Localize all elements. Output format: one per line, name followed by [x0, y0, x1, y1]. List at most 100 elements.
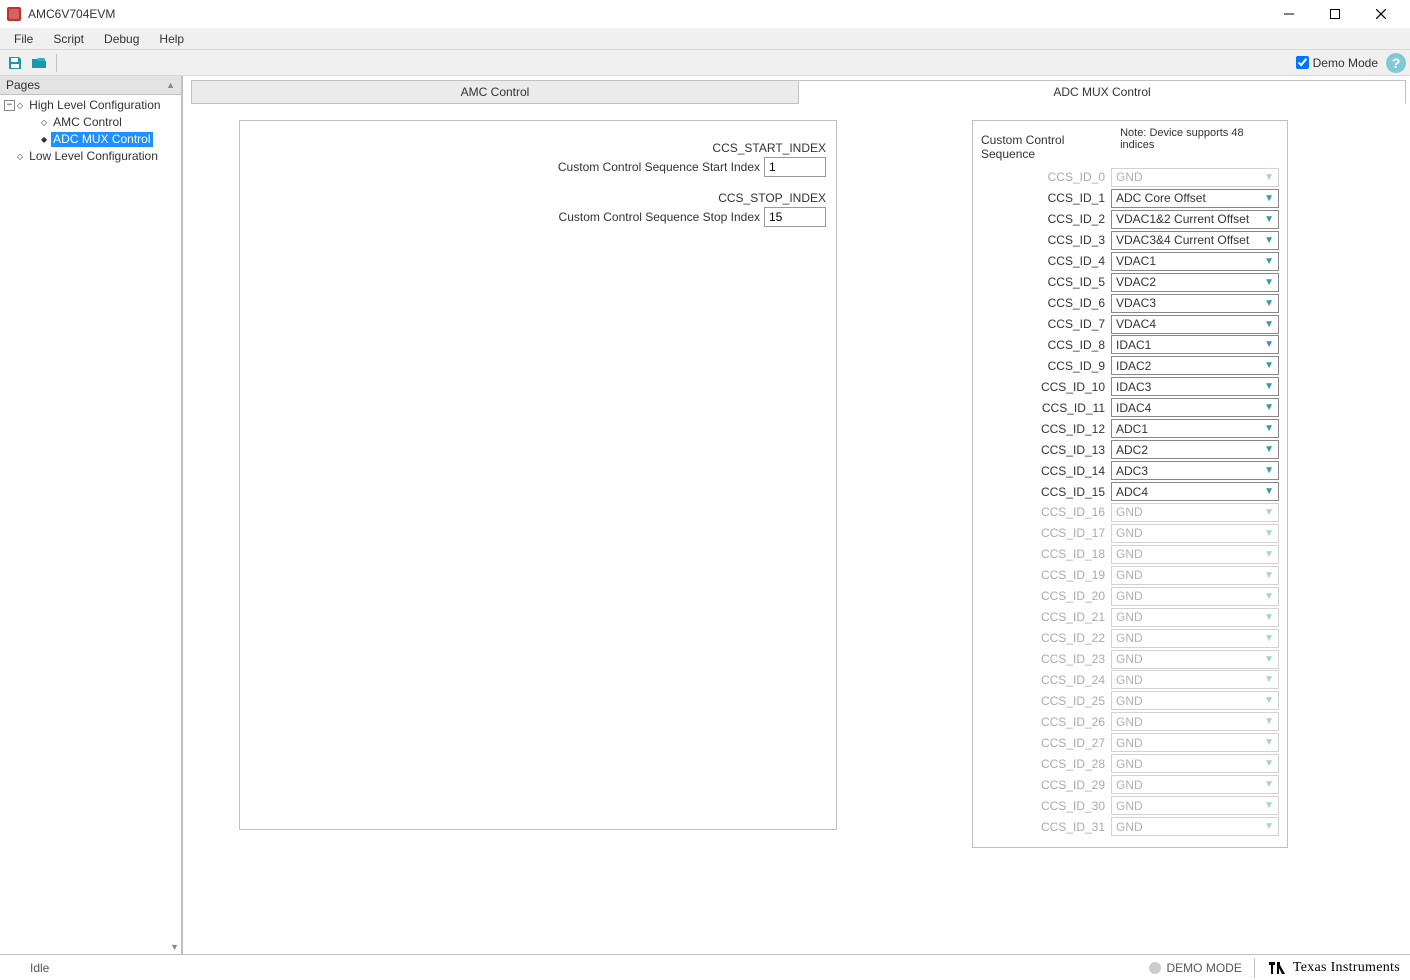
ccs-row-label: CCS_ID_27 [981, 736, 1107, 750]
minimize-button[interactable] [1266, 0, 1312, 28]
chevron-down-icon: ▼ [1264, 591, 1274, 602]
ccs-row-value: VDAC1&2 Current Offset [1116, 212, 1249, 226]
ccs-row-select[interactable]: VDAC1▼ [1111, 252, 1279, 271]
demo-mode-toggle[interactable]: Demo Mode [1296, 56, 1378, 70]
ccs-row-select: GND▼ [1111, 754, 1279, 773]
tree-item[interactable]: AMC Control [0, 114, 181, 131]
ccs-row-value: GND [1116, 526, 1143, 540]
ccs-row-select: GND▼ [1111, 629, 1279, 648]
ccs-row-select[interactable]: ADC2▼ [1111, 440, 1279, 459]
chevron-down-icon: ▼ [1264, 423, 1274, 434]
tree-bullet-icon [17, 98, 23, 113]
chevron-down-icon: ▼ [1264, 779, 1274, 790]
ccs-row-select[interactable]: ADC4▼ [1111, 482, 1279, 501]
ccs-row-label: CCS_ID_23 [981, 652, 1107, 666]
ccs-row-label: CCS_ID_11 [981, 401, 1107, 415]
menu-debug[interactable]: Debug [94, 30, 149, 48]
window-title: AMC6V704EVM [28, 7, 115, 21]
menubar: File Script Debug Help [0, 28, 1410, 50]
ccs-start-input[interactable] [764, 157, 826, 177]
ccs-row-label: CCS_ID_3 [981, 233, 1107, 247]
ccs-row-select[interactable]: ADC Core Offset▼ [1111, 189, 1279, 208]
ccs-row-select: GND▼ [1111, 733, 1279, 752]
ccs-row-value: ADC4 [1116, 485, 1148, 499]
ccs-sequence-title: Custom Control Sequence [981, 127, 1120, 161]
scroll-up-icon[interactable]: ▲ [166, 80, 175, 90]
ccs-row-label: CCS_ID_1 [981, 191, 1107, 205]
ccs-row-select: GND▼ [1111, 168, 1279, 187]
ccs-start-label: Custom Control Sequence Start Index [558, 160, 760, 174]
tab-amc-control[interactable]: AMC Control [191, 80, 799, 104]
ccs-row: CCS_ID_20GND▼ [981, 586, 1279, 607]
chevron-down-icon: ▼ [1264, 737, 1274, 748]
ccs-row-select[interactable]: IDAC1▼ [1111, 335, 1279, 354]
ccs-row-value: GND [1116, 568, 1143, 582]
scroll-down-icon[interactable]: ▼ [170, 942, 179, 952]
titlebar: AMC6V704EVM [0, 0, 1410, 28]
menu-file[interactable]: File [4, 30, 43, 48]
chevron-down-icon: ▼ [1264, 444, 1274, 455]
ccs-row: CCS_ID_9 IDAC2▼ [981, 355, 1279, 376]
ccs-row-label: CCS_ID_14 [981, 464, 1107, 478]
menu-help[interactable]: Help [149, 30, 194, 48]
ccs-row-select[interactable]: VDAC1&2 Current Offset ▼ [1111, 210, 1279, 229]
ccs-row-value: VDAC2 [1116, 275, 1156, 289]
chevron-down-icon: ▼ [1264, 402, 1274, 413]
ccs-row-select: GND▼ [1111, 503, 1279, 522]
ccs-row: CCS_ID_0GND▼ [981, 167, 1279, 188]
help-icon[interactable]: ? [1386, 53, 1406, 73]
ccs-row: CCS_ID_8IDAC1▼ [981, 335, 1279, 356]
chevron-down-icon: ▼ [1264, 298, 1274, 309]
ccs-row-value: IDAC1 [1116, 338, 1151, 352]
ccs-sequence-note: Note: Device supports 48 indices [1120, 127, 1279, 151]
ccs-row: CCS_ID_27 GND▼ [981, 732, 1279, 753]
demo-mode-label: Demo Mode [1313, 56, 1378, 70]
close-button[interactable] [1358, 0, 1404, 28]
ccs-row-select[interactable]: VDAC3▼ [1111, 294, 1279, 313]
ccs-row-select[interactable]: VDAC3&4 Current Offset▼ [1111, 231, 1279, 250]
ccs-row-label: CCS_ID_24 [981, 673, 1107, 687]
ccs-row-label: CCS_ID_17 [981, 526, 1107, 540]
chevron-down-icon: ▼ [1264, 214, 1274, 225]
save-icon[interactable] [4, 52, 26, 74]
ccs-row-value: ADC1 [1116, 422, 1148, 436]
ccs-row-select[interactable]: IDAC3▼ [1111, 377, 1279, 396]
tree-item[interactable]: Low Level Configuration [0, 148, 181, 165]
ccs-row-label: CCS_ID_22 [981, 631, 1107, 645]
ccs-row-select[interactable]: IDAC4▼ [1111, 398, 1279, 417]
ccs-row-label: CCS_ID_9 [981, 359, 1107, 373]
ccs-row: CCS_ID_16GND▼ [981, 502, 1279, 523]
ccs-index-panel: CCS_START_INDEX Custom Control Sequence … [239, 120, 837, 830]
demo-mode-checkbox[interactable] [1296, 56, 1309, 69]
tree-expander-icon[interactable]: − [4, 100, 15, 111]
statusbar: Idle DEMO MODE Texas Instruments [0, 954, 1410, 980]
ccs-row-value: VDAC4 [1116, 317, 1156, 331]
tree-item[interactable]: ADC MUX Control [0, 131, 181, 148]
ccs-row-select[interactable]: VDAC2▼ [1111, 273, 1279, 292]
app-icon [6, 6, 22, 22]
ccs-row: CCS_ID_11 IDAC4▼ [981, 397, 1279, 418]
ccs-row-select: GND▼ [1111, 712, 1279, 731]
ccs-row: CCS_ID_7VDAC4▼ [981, 314, 1279, 335]
ccs-row: CCS_ID_10IDAC3▼ [981, 376, 1279, 397]
tree-item[interactable]: −High Level Configuration [0, 97, 181, 114]
sidebar: Pages ▲ −High Level ConfigurationAMC Con… [0, 76, 182, 954]
ccs-row: CCS_ID_5VDAC2▼ [981, 272, 1279, 293]
ccs-row-select: GND▼ [1111, 796, 1279, 815]
ccs-row-value: GND [1116, 631, 1143, 645]
tab-adc-mux-control[interactable]: ADC MUX Control [799, 80, 1406, 104]
ccs-row-label: CCS_ID_25 [981, 694, 1107, 708]
ccs-row-label: CCS_ID_4 [981, 254, 1107, 268]
ccs-row: CCS_ID_1 ADC Core Offset▼ [981, 188, 1279, 209]
ccs-row-select[interactable]: ADC1 ▼ [1111, 419, 1279, 438]
ccs-row-select[interactable]: ADC3▼ [1111, 461, 1279, 480]
maximize-button[interactable] [1312, 0, 1358, 28]
chevron-down-icon: ▼ [1264, 507, 1274, 518]
open-folder-icon[interactable] [28, 52, 50, 74]
ccs-row-select[interactable]: IDAC2▼ [1111, 356, 1279, 375]
ccs-stop-input[interactable] [764, 207, 826, 227]
ccs-row-select[interactable]: VDAC4▼ [1111, 315, 1279, 334]
ccs-row: CCS_ID_14 ADC3▼ [981, 460, 1279, 481]
menu-script[interactable]: Script [43, 30, 94, 48]
ccs-row-label: CCS_ID_13 [981, 443, 1107, 457]
